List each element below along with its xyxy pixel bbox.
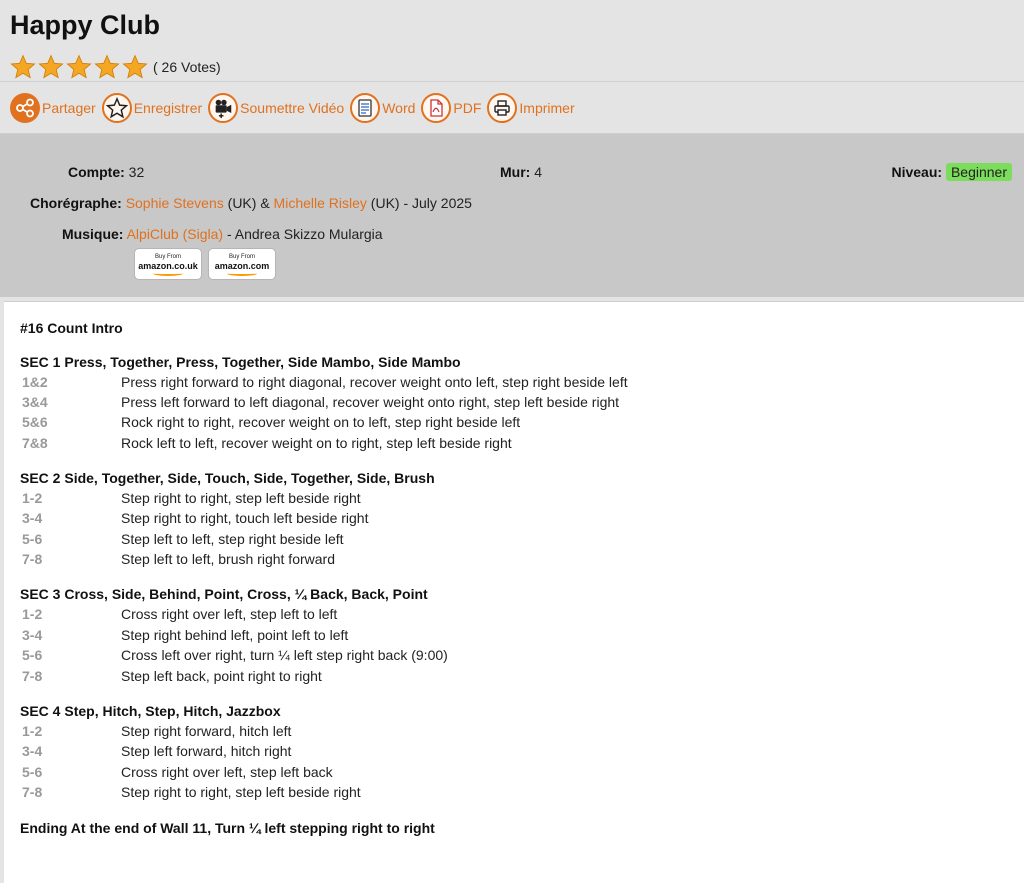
section-title: SEC 1 Press, Together, Press, Together, … <box>20 354 461 370</box>
submit-video-label: Soumettre Vidéo <box>240 99 345 116</box>
choreographer-link-2[interactable]: Michelle Risley <box>274 195 367 211</box>
pdf-document-icon <box>421 92 452 123</box>
step-description: Step right to right, step left beside ri… <box>121 490 361 506</box>
step-description: Rock right to right, recover weight on t… <box>121 414 521 430</box>
step-count: 1-2 <box>22 723 43 739</box>
choreographer-link-1[interactable]: Sophie Stevens <box>126 195 224 211</box>
share-button[interactable]: Partager <box>10 92 96 123</box>
step-count: 1&2 <box>22 374 48 390</box>
step-description: Press right forward to right diagonal, r… <box>121 374 628 390</box>
step-description: Step left to left, step right beside lef… <box>121 531 344 547</box>
amazon-com-logo: amazon.com <box>214 261 270 271</box>
step-description: Step right to right, touch left beside r… <box>121 510 369 526</box>
step-description: Step right behind left, point left to le… <box>121 627 349 643</box>
step-description: Press left forward to left diagonal, rec… <box>121 394 620 410</box>
ending-text: Ending At the end of Wall 11, Turn ¼ lef… <box>20 820 435 836</box>
step-count: 3&4 <box>22 394 48 410</box>
submit-video-button[interactable]: Soumettre Vidéo <box>208 92 345 123</box>
star-icon[interactable] <box>94 54 120 80</box>
level-badge: Beginner <box>945 163 1012 181</box>
choreographer-field: Chorégraphe: Sophie Stevens (UK) & Miche… <box>30 193 472 213</box>
wall-field: Mur: 4 <box>500 162 542 182</box>
save-button[interactable]: Enregistrer <box>101 92 203 123</box>
share-label: Partager <box>42 99 96 116</box>
step-count: 5-6 <box>22 764 43 780</box>
section-title: SEC 4 Step, Hitch, Step, Hitch, Jazzbox <box>20 703 281 719</box>
music-artist: - Andrea Skizzo Mulargia <box>223 226 383 242</box>
step-count: 3-4 <box>22 743 43 759</box>
printer-icon <box>487 92 518 123</box>
step-count: 5-6 <box>22 531 43 547</box>
toolbar: Partager Enregistrer Soumettre Vidéo Wor… <box>0 82 1024 134</box>
video-camera-icon <box>208 92 239 123</box>
level-label: Niveau: <box>891 164 943 180</box>
step-description: Step left forward, hitch right <box>121 743 292 759</box>
section-title: SEC 3 Cross, Side, Behind, Point, Cross,… <box>20 586 428 602</box>
star-icon[interactable] <box>122 54 148 80</box>
step-count: 7-8 <box>22 668 43 684</box>
step-sheet: #16 Count Intro SEC 1 Press, Together, P… <box>4 301 1024 883</box>
star-outline-icon <box>101 92 132 123</box>
star-icon[interactable] <box>38 54 64 80</box>
amazon-smile-icon <box>227 271 257 276</box>
amazon-smile-icon <box>153 271 183 276</box>
votes-count: ( 26 Votes) <box>153 59 221 75</box>
choreographer-1-country: (UK) & <box>223 195 274 211</box>
step-description: Step left to left, brush right forward <box>121 551 335 567</box>
word-button[interactable]: Word <box>350 92 416 123</box>
star-icon[interactable] <box>66 54 92 80</box>
music-label: Musique: <box>62 226 124 242</box>
choreographer-2-suffix: (UK) - July 2025 <box>366 195 472 211</box>
choreographer-label: Chorégraphe: <box>30 195 122 211</box>
print-button[interactable]: Imprimer <box>487 92 575 123</box>
buy-amazon-uk-button[interactable]: Buy From amazon.co.uk <box>134 248 202 280</box>
level-field: Niveau: Beginner <box>891 162 1012 182</box>
buy-amazon-com-button[interactable]: Buy From amazon.com <box>208 248 276 280</box>
rating[interactable]: ( 26 Votes) <box>10 52 1014 82</box>
step-description: Step left back, point right to right <box>121 668 322 684</box>
step-description: Step right to right, step left beside ri… <box>121 784 361 800</box>
music-field: Musique: AlpiClub (Sigla) - Andrea Skizz… <box>62 224 383 244</box>
step-description: Cross left over right, turn ¼ left step … <box>121 647 448 663</box>
count-label: Compte: <box>68 164 125 180</box>
pdf-label: PDF <box>453 99 482 116</box>
music-title-link[interactable]: AlpiClub (Sigla) <box>127 226 223 242</box>
step-count: 5&6 <box>22 414 48 430</box>
step-count: 7&8 <box>22 435 48 451</box>
step-count: 7-8 <box>22 551 43 567</box>
step-count: 3-4 <box>22 627 43 643</box>
step-count: 3-4 <box>22 510 43 526</box>
share-icon <box>10 92 40 123</box>
wall-label: Mur: <box>500 164 531 180</box>
count-field: Compte: 32 <box>68 162 144 182</box>
step-count: 7-8 <box>22 784 43 800</box>
section-title: SEC 2 Side, Together, Side, Touch, Side,… <box>20 470 435 486</box>
step-count: 5-6 <box>22 647 43 663</box>
count-value: 32 <box>128 164 145 180</box>
print-label: Imprimer <box>519 99 575 116</box>
step-description: Rock left to left, recover weight on to … <box>121 435 512 451</box>
step-count: 1-2 <box>22 490 43 506</box>
save-label: Enregistrer <box>133 99 203 116</box>
word-label: Word <box>382 99 416 116</box>
step-description: Cross right over left, step left to left <box>121 606 338 622</box>
page-title: Happy Club <box>10 10 161 40</box>
step-count: 1-2 <box>22 606 43 622</box>
header: Happy Club ( 26 Votes) <box>0 0 1024 82</box>
star-icon[interactable] <box>10 54 36 80</box>
intro-text: #16 Count Intro <box>20 320 123 336</box>
word-document-icon <box>350 92 381 123</box>
step-description: Step right forward, hitch left <box>121 723 292 739</box>
pdf-button[interactable]: PDF <box>421 92 482 123</box>
amazon-uk-logo: amazon.co.uk <box>138 261 198 271</box>
wall-value: 4 <box>534 164 543 180</box>
step-description: Cross right over left, step left back <box>121 764 333 780</box>
